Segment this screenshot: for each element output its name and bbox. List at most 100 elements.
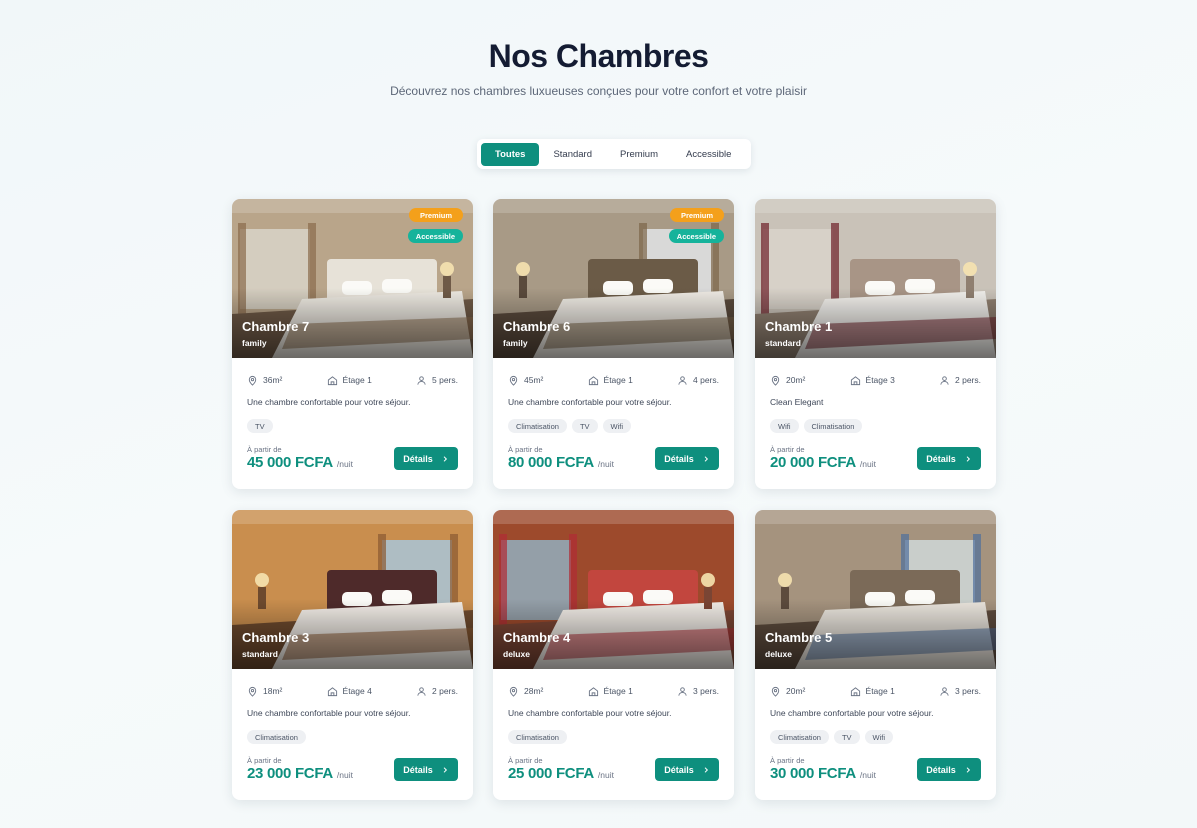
price-amount: 80 000 FCFA bbox=[508, 454, 594, 471]
price-unit: /nuit bbox=[336, 770, 353, 780]
room-name: Chambre 7 bbox=[242, 319, 310, 334]
room-floor: Étage 1 bbox=[850, 686, 895, 697]
room-card[interactable]: Chambre 4 deluxe 28m² Étage 1 3 pers. Un… bbox=[493, 510, 734, 800]
premium-badge: Premium bbox=[409, 208, 463, 222]
room-area-value: 20m² bbox=[786, 686, 806, 696]
room-type: deluxe bbox=[765, 649, 792, 659]
room-area: 36m² bbox=[247, 375, 282, 386]
chevron-right-icon bbox=[964, 455, 972, 463]
room-description: Une chambre confortable pour votre séjou… bbox=[508, 397, 672, 407]
price-prefix: À partir de bbox=[508, 445, 543, 454]
room-name: Chambre 4 bbox=[503, 630, 571, 645]
map-pin-icon bbox=[508, 375, 519, 386]
room-card[interactable]: Chambre 3 standard 18m² Étage 4 2 pers. … bbox=[232, 510, 473, 800]
amenity-tag: TV bbox=[247, 419, 273, 433]
details-button[interactable]: Détails bbox=[655, 758, 719, 781]
room-description: Une chambre confortable pour votre séjou… bbox=[247, 708, 411, 718]
map-pin-icon bbox=[508, 686, 519, 697]
details-button-label: Détails bbox=[926, 764, 956, 775]
room-specs: 20m² Étage 3 2 pers. bbox=[770, 374, 981, 386]
details-button[interactable]: Détails bbox=[917, 758, 981, 781]
price-prefix: À partir de bbox=[247, 756, 282, 765]
price-unit: /nuit bbox=[859, 770, 876, 780]
room-photo: Premium Accessible Chambre 6 family bbox=[493, 199, 734, 358]
premium-badge: Premium bbox=[670, 208, 724, 222]
room-photo: Chambre 5 deluxe bbox=[755, 510, 996, 669]
amenity-list: Climatisation bbox=[247, 730, 306, 744]
room-capacity: 2 pers. bbox=[939, 375, 981, 386]
details-button-label: Détails bbox=[664, 764, 694, 775]
user-icon bbox=[939, 375, 950, 386]
user-icon bbox=[677, 375, 688, 386]
map-pin-icon bbox=[770, 375, 781, 386]
room-area: 18m² bbox=[247, 686, 282, 697]
chevron-right-icon bbox=[702, 455, 710, 463]
room-price: 25 000 FCFA /nuit bbox=[508, 765, 614, 782]
room-type: deluxe bbox=[503, 649, 530, 659]
room-capacity-value: 4 pers. bbox=[693, 375, 719, 385]
room-floor-value: Étage 1 bbox=[865, 686, 895, 696]
room-card[interactable]: Chambre 5 deluxe 20m² Étage 1 3 pers. Un… bbox=[755, 510, 996, 800]
room-floor: Étage 1 bbox=[588, 686, 633, 697]
room-floor: Étage 1 bbox=[327, 375, 372, 386]
room-card[interactable]: Chambre 1 standard 20m² Étage 3 2 pers. … bbox=[755, 199, 996, 489]
filter-tab-premium[interactable]: Premium bbox=[606, 143, 672, 166]
room-photo: Premium Accessible Chambre 7 family bbox=[232, 199, 473, 358]
details-button[interactable]: Détails bbox=[655, 447, 719, 470]
details-button-label: Détails bbox=[926, 453, 956, 464]
amenity-tag: Wifi bbox=[770, 419, 799, 433]
room-price: 80 000 FCFA /nuit bbox=[508, 454, 614, 471]
room-card[interactable]: Premium Accessible Chambre 7 family 36m² … bbox=[232, 199, 473, 489]
room-area: 20m² bbox=[770, 686, 805, 697]
room-photo: Chambre 1 standard bbox=[755, 199, 996, 358]
user-icon bbox=[416, 686, 427, 697]
room-card[interactable]: Premium Accessible Chambre 6 family 45m² … bbox=[493, 199, 734, 489]
page-subtitle: Découvrez nos chambres luxueuses conçues… bbox=[390, 84, 807, 98]
room-specs: 28m² Étage 1 3 pers. bbox=[508, 685, 719, 697]
room-price: 20 000 FCFA /nuit bbox=[770, 454, 876, 471]
amenity-list: Climatisation TV Wifi bbox=[770, 730, 894, 744]
filter-tab-standard[interactable]: Standard bbox=[539, 143, 606, 166]
room-photo: Chambre 3 standard bbox=[232, 510, 473, 669]
room-floor-value: Étage 1 bbox=[603, 375, 633, 385]
filter-tab-all[interactable]: Toutes bbox=[481, 142, 540, 166]
price-prefix: À partir de bbox=[247, 445, 282, 454]
room-floor-value: Étage 4 bbox=[342, 686, 372, 696]
amenity-list: Climatisation bbox=[508, 730, 567, 744]
details-button-label: Détails bbox=[403, 453, 433, 464]
details-button[interactable]: Détails bbox=[394, 758, 458, 781]
accessible-badge: Accessible bbox=[407, 229, 463, 243]
amenity-list: TV bbox=[247, 419, 273, 433]
room-name: Chambre 1 bbox=[765, 319, 833, 334]
room-specs: 20m² Étage 1 3 pers. bbox=[770, 685, 981, 697]
room-type: standard bbox=[242, 649, 278, 659]
price-prefix: À partir de bbox=[770, 756, 805, 765]
amenity-tag: Climatisation bbox=[803, 419, 863, 433]
room-specs: 18m² Étage 4 2 pers. bbox=[247, 685, 458, 697]
room-description: Une chambre confortable pour votre séjou… bbox=[508, 708, 672, 718]
price-unit: /nuit bbox=[597, 770, 614, 780]
filter-tab-accessible[interactable]: Accessible bbox=[672, 143, 745, 166]
user-icon bbox=[416, 375, 427, 386]
room-capacity-value: 3 pers. bbox=[955, 686, 981, 696]
price-amount: 23 000 FCFA bbox=[247, 765, 333, 782]
room-area: 20m² bbox=[770, 375, 805, 386]
room-capacity: 5 pers. bbox=[416, 375, 458, 386]
room-name: Chambre 6 bbox=[503, 319, 571, 334]
room-floor-value: Étage 1 bbox=[342, 375, 372, 385]
details-button[interactable]: Détails bbox=[394, 447, 458, 470]
amenity-tag: Wifi bbox=[864, 730, 894, 744]
details-button-label: Détails bbox=[403, 764, 433, 775]
details-button[interactable]: Détails bbox=[917, 447, 981, 470]
amenity-list: Wifi Climatisation bbox=[770, 419, 863, 433]
chevron-right-icon bbox=[964, 766, 972, 774]
room-name: Chambre 5 bbox=[765, 630, 833, 645]
room-floor: Étage 1 bbox=[588, 375, 633, 386]
price-amount: 20 000 FCFA bbox=[770, 454, 856, 471]
room-description: Clean Elegant bbox=[770, 397, 824, 407]
user-icon bbox=[677, 686, 688, 697]
room-floor-value: Étage 3 bbox=[865, 375, 895, 385]
room-type: family bbox=[503, 338, 528, 348]
room-price: 30 000 FCFA /nuit bbox=[770, 765, 876, 782]
room-capacity: 2 pers. bbox=[416, 686, 458, 697]
